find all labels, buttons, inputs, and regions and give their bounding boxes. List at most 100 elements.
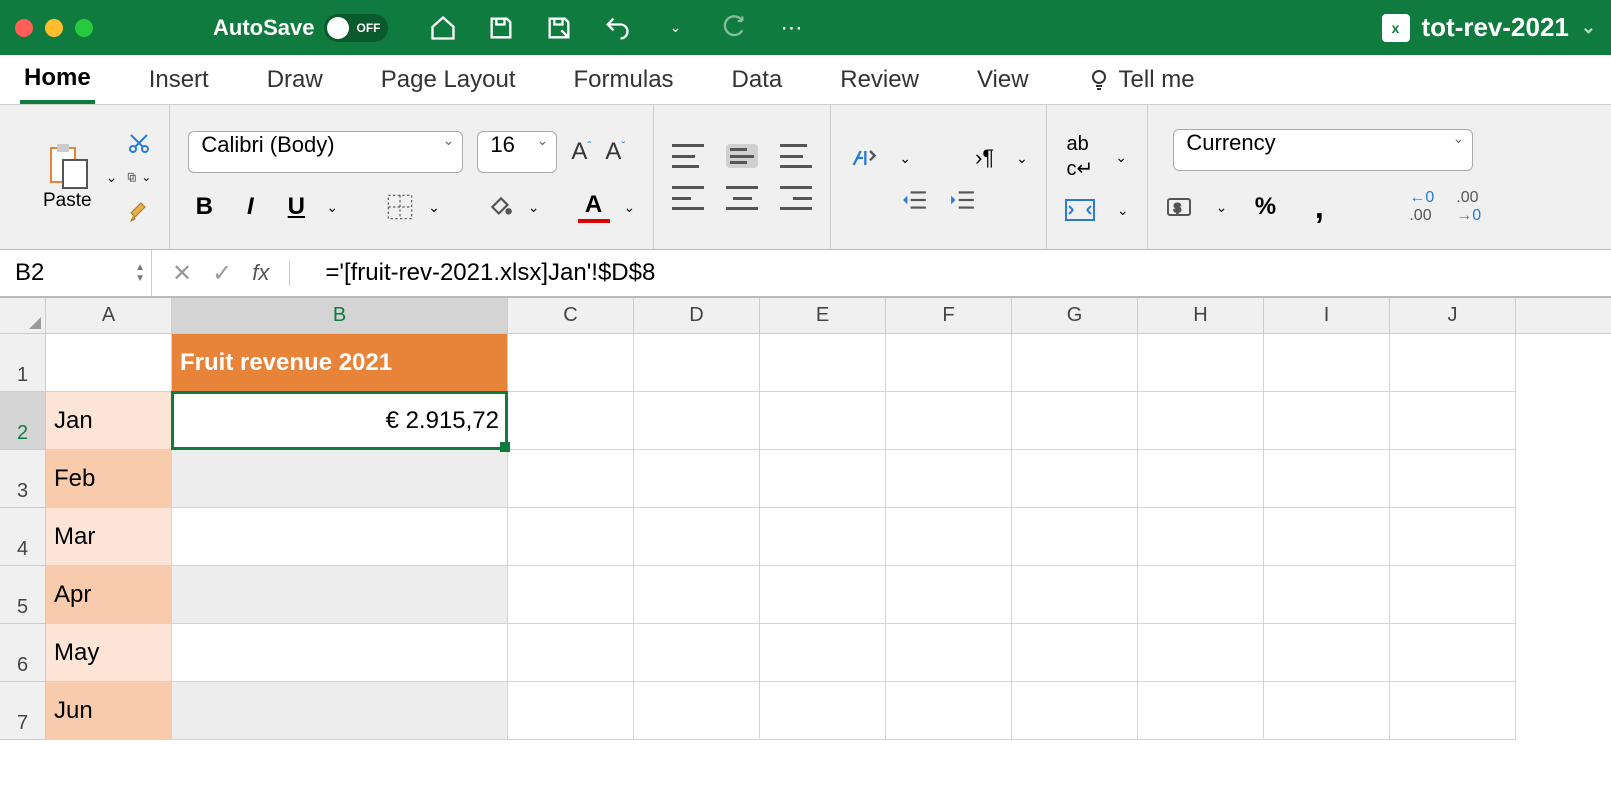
cell-b6[interactable] [172, 624, 508, 682]
underline-dropdown-icon[interactable]: ⌄ [326, 199, 338, 216]
borders-dropdown-icon[interactable]: ⌄ [428, 199, 440, 216]
tab-review[interactable]: Review [836, 58, 923, 102]
cell[interactable] [886, 334, 1012, 392]
cell-a1[interactable] [46, 334, 172, 392]
cell-b3[interactable] [172, 450, 508, 508]
tab-insert[interactable]: Insert [145, 58, 213, 102]
paste-button[interactable]: Paste [33, 142, 102, 212]
borders-button[interactable] [386, 193, 414, 221]
cell[interactable] [886, 450, 1012, 508]
fill-dropdown-icon[interactable]: ⌄ [528, 199, 540, 216]
cell-b1[interactable]: Fruit revenue 2021 [172, 334, 508, 392]
tab-formulas[interactable]: Formulas [570, 58, 678, 102]
font-color-button[interactable]: A [578, 191, 610, 223]
decrease-indent-button[interactable] [902, 190, 928, 210]
close-window-button[interactable] [15, 19, 33, 37]
cell[interactable] [760, 508, 886, 566]
col-header-f[interactable]: F [886, 298, 1012, 333]
text-direction-dropdown-icon[interactable]: ⌄ [1016, 150, 1028, 167]
name-box[interactable]: B2 ▲▼ [0, 250, 152, 296]
decrease-font-button[interactable]: Aˇ [605, 138, 625, 166]
col-header-c[interactable]: C [508, 298, 634, 333]
cell[interactable] [1390, 508, 1516, 566]
title-dropdown-icon[interactable]: ⌄ [1581, 17, 1596, 38]
maximize-window-button[interactable] [75, 19, 93, 37]
more-icon[interactable]: ⋯ [776, 13, 806, 43]
cell[interactable] [1012, 508, 1138, 566]
cell[interactable] [1264, 682, 1390, 740]
formula-input[interactable]: ='[fruit-rev-2021.xlsx]Jan'!$D$8 [310, 259, 1611, 287]
underline-button[interactable]: U [280, 193, 312, 221]
percent-button[interactable]: % [1249, 193, 1281, 221]
cell[interactable] [1264, 508, 1390, 566]
cell[interactable] [508, 392, 634, 450]
col-header-d[interactable]: D [634, 298, 760, 333]
format-painter-button[interactable] [127, 199, 151, 223]
cell[interactable] [1390, 392, 1516, 450]
cell-a6[interactable]: May [46, 624, 172, 682]
cell[interactable] [1012, 624, 1138, 682]
cell[interactable] [634, 508, 760, 566]
comma-button[interactable]: , [1303, 189, 1335, 226]
cell[interactable] [1264, 450, 1390, 508]
align-left-button[interactable] [672, 186, 704, 210]
select-all-corner[interactable] [0, 298, 46, 333]
cell[interactable] [1138, 624, 1264, 682]
col-header-b[interactable]: B [172, 298, 508, 333]
cell[interactable] [1264, 392, 1390, 450]
align-right-button[interactable] [780, 186, 812, 210]
home-icon[interactable] [428, 13, 458, 43]
cell[interactable] [1138, 682, 1264, 740]
row-header-7[interactable]: 7 [0, 682, 46, 740]
cell-a5[interactable]: Apr [46, 566, 172, 624]
cell[interactable] [1138, 450, 1264, 508]
cell[interactable] [508, 450, 634, 508]
cell[interactable] [1012, 334, 1138, 392]
cell[interactable] [634, 624, 760, 682]
cell-b2[interactable]: € 2.915,72 [172, 392, 508, 450]
cell[interactable] [1390, 450, 1516, 508]
cell-b7[interactable] [172, 682, 508, 740]
cell[interactable] [508, 334, 634, 392]
col-header-j[interactable]: J [1390, 298, 1516, 333]
cell[interactable] [634, 392, 760, 450]
cell[interactable] [1390, 566, 1516, 624]
cell[interactable] [886, 508, 1012, 566]
currency-dropdown-icon[interactable]: ⌄ [1216, 199, 1228, 216]
cell[interactable] [760, 566, 886, 624]
number-format-select[interactable]: Currency⌄ [1173, 129, 1473, 171]
text-direction-button[interactable]: ›¶ [975, 145, 994, 171]
increase-indent-button[interactable] [950, 190, 976, 210]
bold-button[interactable]: B [188, 193, 220, 221]
save-as-icon[interactable] [544, 13, 574, 43]
cell[interactable] [886, 624, 1012, 682]
cell[interactable] [760, 392, 886, 450]
font-size-select[interactable]: 16⌄ [477, 131, 557, 173]
cell[interactable] [508, 624, 634, 682]
cell[interactable] [1012, 566, 1138, 624]
cell-b4[interactable] [172, 508, 508, 566]
col-header-i[interactable]: I [1264, 298, 1390, 333]
cell-a4[interactable]: Mar [46, 508, 172, 566]
fx-icon[interactable]: fx [252, 260, 290, 286]
row-header-2[interactable]: 2 [0, 392, 46, 450]
undo-icon[interactable] [602, 13, 632, 43]
align-center-button[interactable] [726, 186, 758, 210]
cell[interactable] [1138, 392, 1264, 450]
currency-button[interactable]: $ [1166, 195, 1194, 219]
cell[interactable] [1264, 624, 1390, 682]
cell[interactable] [1138, 566, 1264, 624]
decrease-decimal-button[interactable]: ←0.00 [1409, 189, 1434, 225]
align-middle-button[interactable] [726, 144, 758, 168]
increase-decimal-button[interactable]: .00→0 [1456, 189, 1481, 225]
wrap-dropdown-icon[interactable]: ⌄ [1115, 149, 1127, 166]
cut-button[interactable] [127, 131, 151, 155]
align-bottom-button[interactable] [780, 144, 812, 168]
cell[interactable] [634, 566, 760, 624]
cell[interactable] [1390, 624, 1516, 682]
col-header-g[interactable]: G [1012, 298, 1138, 333]
cell[interactable] [886, 682, 1012, 740]
minimize-window-button[interactable] [45, 19, 63, 37]
cell[interactable] [1012, 450, 1138, 508]
tab-home[interactable]: Home [20, 56, 95, 104]
